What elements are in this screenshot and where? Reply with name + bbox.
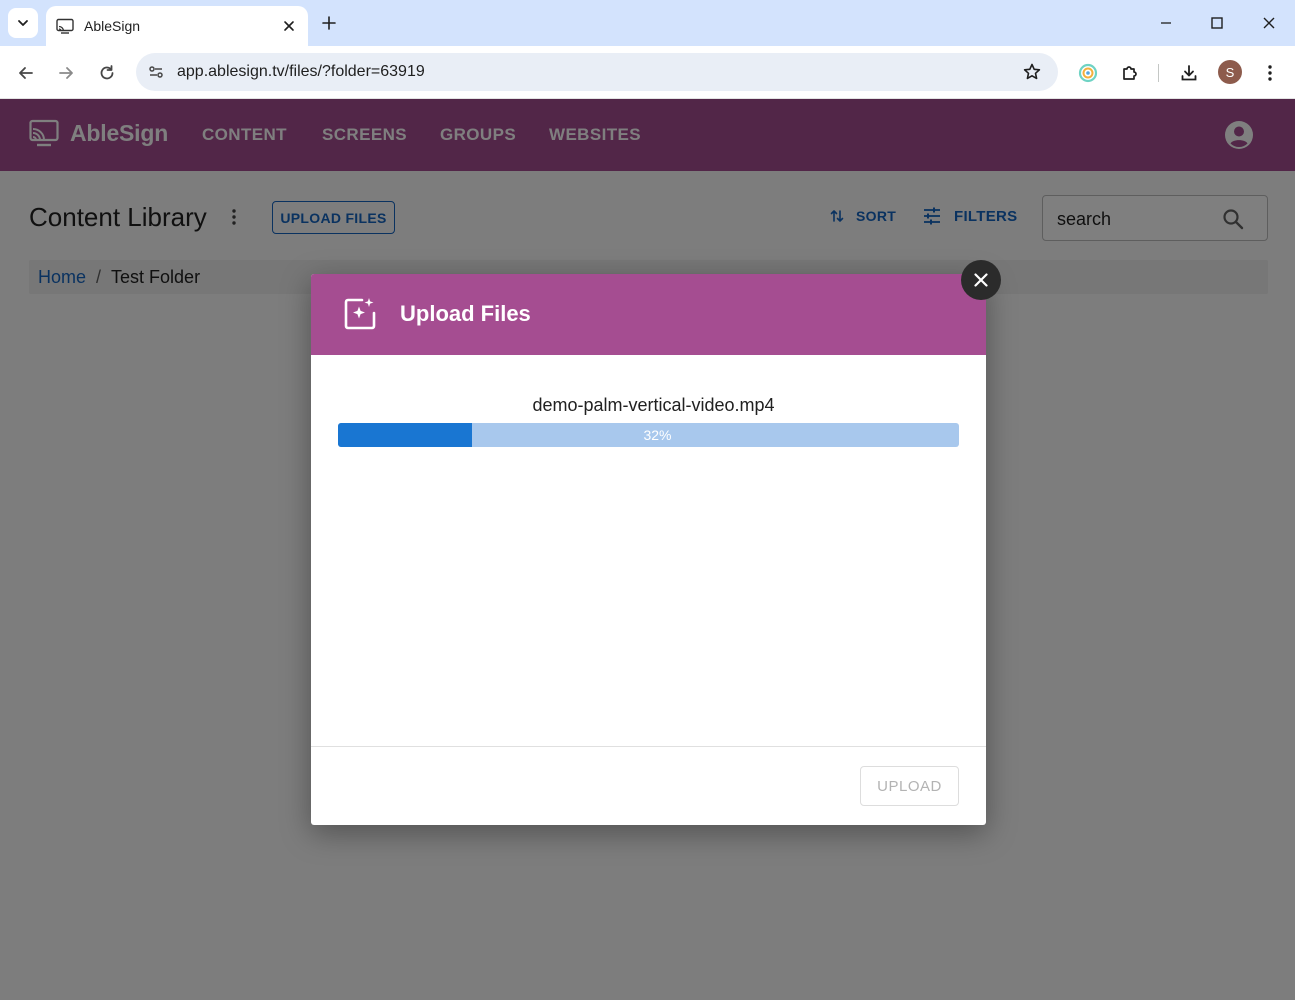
- upload-progress-label: 32%: [643, 427, 672, 443]
- upload-file-name: demo-palm-vertical-video.mp4: [532, 395, 775, 415]
- extension-logo-icon: [1078, 63, 1098, 83]
- extensions-menu-button[interactable]: [1115, 58, 1145, 88]
- browser-menu-button[interactable]: [1255, 58, 1285, 88]
- upload-progress-bar: 32%: [338, 423, 959, 447]
- bookmark-star-icon[interactable]: [1020, 60, 1044, 84]
- extension-button[interactable]: [1073, 58, 1103, 88]
- dialog-close-button[interactable]: [961, 260, 1001, 300]
- dialog-title: Upload Files: [400, 301, 531, 326]
- dialog-footer-divider: [311, 746, 986, 747]
- tab-search-button[interactable]: [8, 8, 38, 38]
- chevron-down-icon: [18, 20, 28, 26]
- site-info-icon[interactable]: [144, 60, 168, 84]
- close-window-button[interactable]: [1254, 8, 1284, 38]
- toolbar-divider: [1158, 64, 1159, 82]
- url-text[interactable]: app.ablesign.tv/files/?folder=63919: [177, 63, 425, 81]
- puzzle-icon: [1123, 66, 1137, 80]
- cast-icon: [56, 17, 74, 35]
- minimize-icon: [1161, 22, 1171, 24]
- profile-initial: S: [1225, 64, 1235, 80]
- close-icon: [974, 273, 988, 287]
- sparkle-upload-icon: [344, 298, 376, 330]
- arrow-right-icon: [59, 67, 73, 79]
- maximize-icon: [1211, 17, 1223, 29]
- address-bar[interactable]: app.ablesign.tv/files/?folder=63919: [136, 53, 1058, 91]
- back-button[interactable]: [11, 58, 41, 88]
- browser-toolbar: app.ablesign.tv/files/?folder=63919: [0, 46, 1295, 99]
- downloads-button[interactable]: [1174, 58, 1204, 88]
- download-icon: [1181, 65, 1197, 81]
- more-vertical-icon: [1268, 65, 1272, 81]
- plus-icon: [322, 16, 336, 30]
- reload-button[interactable]: [92, 58, 122, 88]
- browser-tab-ablesign[interactable]: AbleSign: [46, 6, 308, 46]
- close-icon: [1263, 17, 1275, 29]
- browser-tabstrip: AbleSign: [0, 0, 1295, 46]
- dialog-upload-button[interactable]: UPLOAD: [860, 766, 959, 806]
- arrow-left-icon: [19, 67, 33, 79]
- upload-files-dialog: Upload Files demo-palm-vertical-video.mp…: [311, 274, 986, 825]
- reload-icon: [100, 65, 114, 80]
- maximize-window-button[interactable]: [1202, 8, 1232, 38]
- browser-tab-title: AbleSign: [84, 18, 141, 34]
- profile-avatar[interactable]: S: [1218, 60, 1242, 84]
- forward-button[interactable]: [51, 58, 81, 88]
- dialog-header: Upload Files: [311, 274, 986, 355]
- minimize-window-button[interactable]: [1151, 8, 1181, 38]
- tab-close-icon[interactable]: [280, 17, 298, 35]
- new-tab-button[interactable]: [318, 12, 340, 34]
